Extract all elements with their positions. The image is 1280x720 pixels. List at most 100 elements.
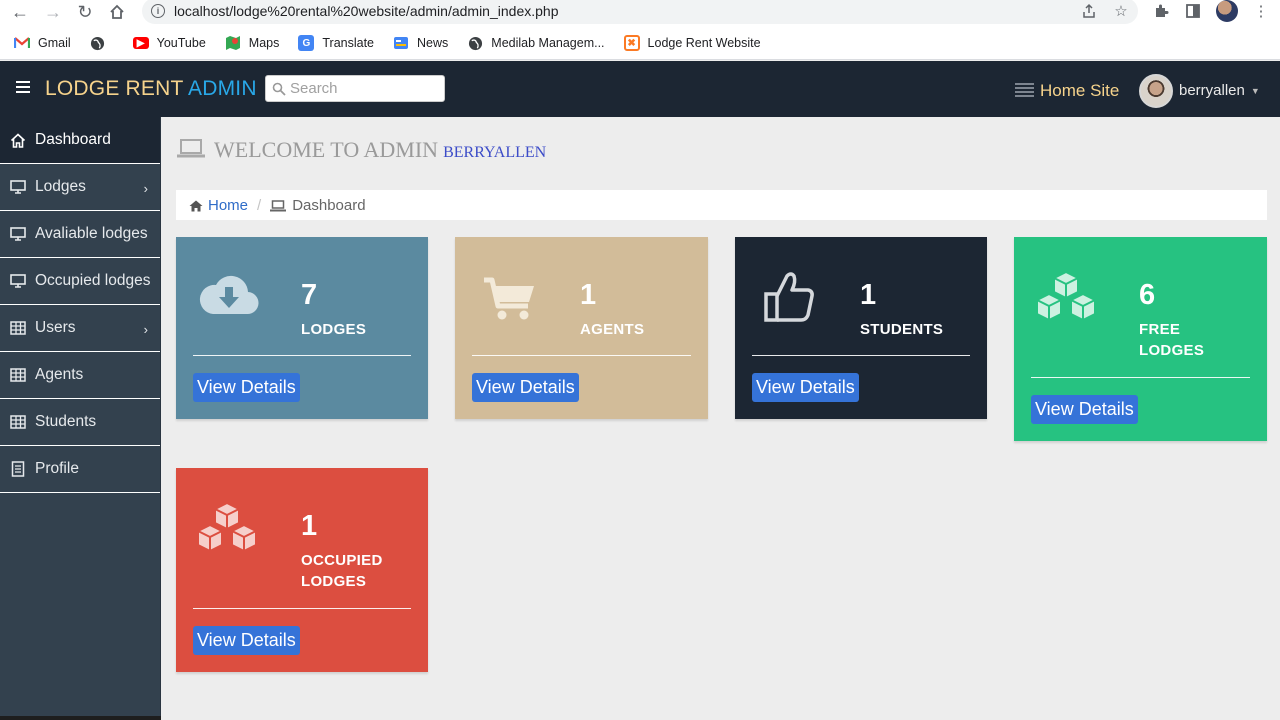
home-icon	[9, 132, 27, 148]
globe-icon	[467, 35, 483, 51]
agents-card: 1 AGENTS View Details	[455, 237, 708, 419]
cubes-icon	[1032, 270, 1100, 333]
bookmark-translate[interactable]: G Translate	[298, 35, 374, 51]
share-icon[interactable]	[1080, 2, 1098, 20]
chevron-right-icon: ›	[143, 322, 148, 337]
xampp-icon: ✖	[623, 35, 640, 51]
browser-toolbar: ← → ↻ i localhost/lodge%20rental%20websi…	[0, 0, 1280, 27]
table-icon	[9, 414, 27, 430]
reload-icon[interactable]: ↻	[74, 1, 96, 23]
search-box	[265, 75, 445, 102]
card-divider	[193, 608, 411, 609]
breadcrumb-home-link[interactable]: Home	[208, 197, 248, 214]
sidebar-item-dashboard[interactable]: Dashboard	[0, 117, 160, 164]
site-info-icon[interactable]: i	[151, 4, 165, 18]
table-icon	[9, 367, 27, 383]
address-bar[interactable]: i localhost/lodge%20rental%20website/adm…	[142, 0, 1138, 24]
sidebar-item-lodges[interactable]: Lodges ›	[0, 164, 160, 211]
bookmark-lodge-rent[interactable]: ✖ Lodge Rent Website	[623, 35, 761, 51]
occupied-lodges-label: OCCUPIED LODGES	[301, 552, 383, 590]
browser-profile-avatar[interactable]	[1216, 0, 1238, 22]
free-lodges-card: 6 FREE LODGES View Details	[1014, 237, 1267, 441]
agents-label: AGENTS	[580, 321, 645, 338]
search-input[interactable]	[290, 80, 440, 97]
back-icon[interactable]: ←	[9, 1, 31, 23]
sidebar: Dashboard Lodges › Avaliable lodges Occu…	[0, 117, 161, 720]
breadcrumb-current: Dashboard	[292, 196, 366, 214]
search-icon	[270, 80, 288, 98]
news-icon	[393, 35, 409, 51]
thumbs-up-icon	[763, 270, 815, 329]
card-divider	[752, 355, 970, 356]
shopping-cart-icon	[482, 276, 536, 327]
laptop-icon	[177, 139, 205, 161]
agents-view-details-button[interactable]: View Details	[472, 373, 579, 402]
bookmark-medilab[interactable]: Medilab Managem...	[467, 35, 605, 51]
bookmark-globe[interactable]	[90, 35, 114, 51]
bookmark-gmail[interactable]: Gmail	[14, 35, 71, 51]
students-count: 1	[860, 279, 877, 311]
maps-icon	[225, 35, 241, 51]
free-lodges-view-details-button[interactable]: View Details	[1031, 395, 1138, 424]
free-lodges-count: 6	[1139, 279, 1156, 311]
sidebar-scroll-edge	[0, 716, 161, 720]
page-title: WELCOME TO ADMIN BERRYALLEN	[177, 137, 546, 163]
sidebar-item-available-lodges[interactable]: Avaliable lodges	[0, 211, 160, 258]
list-icon	[1015, 83, 1034, 99]
card-divider	[193, 355, 411, 356]
document-icon	[9, 461, 27, 477]
students-card: 1 STUDENTS View Details	[735, 237, 987, 419]
lodges-count: 7	[301, 279, 318, 311]
card-divider	[1031, 377, 1250, 378]
caret-down-icon: ▼	[1250, 86, 1260, 96]
extensions-icon[interactable]	[1152, 2, 1170, 20]
sidebar-item-users[interactable]: Users ›	[0, 305, 160, 352]
bookmark-maps[interactable]: Maps	[225, 35, 279, 51]
students-label: STUDENTS	[860, 321, 944, 338]
cubes-icon	[193, 501, 261, 564]
occupied-lodges-card: 1 OCCUPIED LODGES View Details	[176, 468, 428, 672]
free-lodges-label: FREE LODGES	[1139, 321, 1205, 359]
cloud-download-icon	[199, 270, 259, 323]
bookmarks-bar: Gmail ▶ YouTube Maps G Translate News Me…	[0, 27, 1280, 60]
breadcrumb-separator: /	[257, 196, 262, 214]
sidebar-item-profile[interactable]: Profile	[0, 446, 160, 493]
bookmark-youtube[interactable]: ▶ YouTube	[132, 36, 206, 50]
brand-logo[interactable]: LODGE RENT ADMIN	[45, 77, 257, 101]
home-icon	[189, 199, 203, 212]
side-panel-icon[interactable]	[1184, 2, 1202, 20]
lodges-view-details-button[interactable]: View Details	[193, 373, 300, 402]
home-site-link[interactable]: Home Site	[1015, 81, 1119, 101]
lodges-card: 7 LODGES View Details	[176, 237, 428, 419]
card-divider	[472, 355, 691, 356]
more-menu-icon[interactable]: ⋮	[1252, 2, 1270, 20]
table-icon	[9, 320, 27, 336]
youtube-icon: ▶	[132, 37, 149, 49]
students-view-details-button[interactable]: View Details	[752, 373, 859, 402]
sidebar-item-agents[interactable]: Agents	[0, 352, 160, 399]
menu-toggle-icon[interactable]	[16, 81, 30, 96]
gmail-icon	[14, 35, 30, 51]
occupied-lodges-view-details-button[interactable]: View Details	[193, 626, 300, 655]
user-menu[interactable]: berryallen ▼	[1139, 74, 1260, 108]
sidebar-item-students[interactable]: Students	[0, 399, 160, 446]
breadcrumb: Home / Dashboard	[176, 190, 1267, 220]
lodges-label: LODGES	[301, 321, 367, 338]
top-navbar: LODGE RENT ADMIN Home Site berryallen ▼	[0, 61, 1280, 117]
chevron-right-icon: ›	[143, 181, 148, 196]
address-url: localhost/lodge%20rental%20website/admin…	[174, 3, 559, 19]
bookmark-news[interactable]: News	[393, 35, 448, 51]
globe-icon	[90, 35, 106, 51]
forward-icon[interactable]: →	[42, 1, 64, 23]
occupied-lodges-count: 1	[301, 510, 318, 542]
laptop-icon	[270, 199, 287, 212]
sidebar-item-occupied-lodges[interactable]: Occupied lodges	[0, 258, 160, 305]
monitor-icon	[9, 273, 27, 289]
home-browser-icon[interactable]	[106, 1, 128, 23]
star-icon[interactable]: ☆	[1112, 2, 1130, 20]
monitor-icon	[9, 226, 27, 242]
avatar	[1139, 74, 1173, 108]
monitor-icon	[9, 179, 27, 195]
translate-icon: G	[298, 35, 315, 51]
agents-count: 1	[580, 279, 597, 311]
